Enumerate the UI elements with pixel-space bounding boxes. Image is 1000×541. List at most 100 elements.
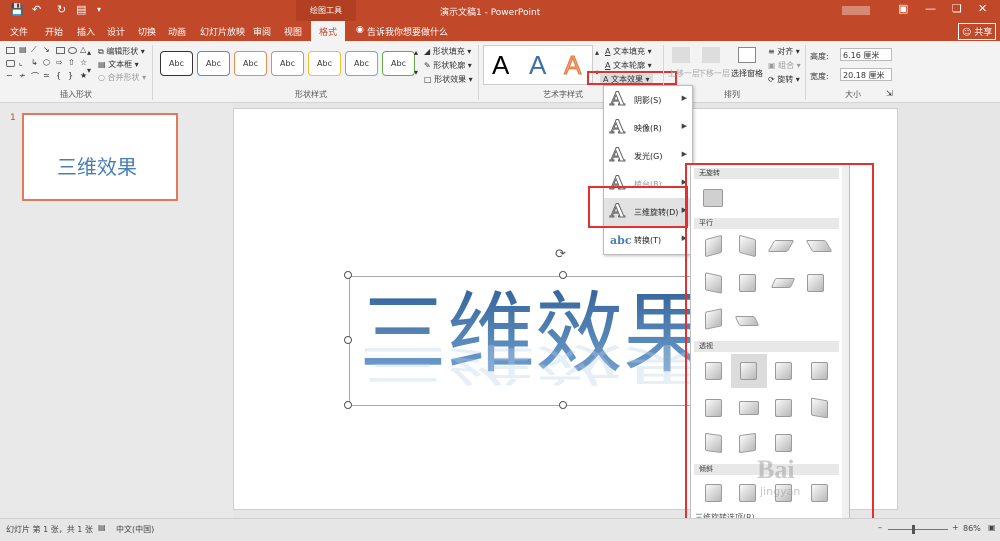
- rectangle-shape-icon[interactable]: [6, 47, 15, 54]
- square-shape-icon[interactable]: [56, 47, 65, 54]
- wave-shape-icon[interactable]: ≃: [43, 71, 50, 80]
- edit-shape-button[interactable]: ⧉ 编辑形状 ▾: [98, 46, 145, 57]
- selection-pane-icon[interactable]: [738, 47, 756, 63]
- zoom-slider[interactable]: [888, 529, 948, 530]
- spellcheck-icon[interactable]: ▤: [98, 523, 106, 532]
- brace-right-shape-icon[interactable]: }: [68, 71, 73, 80]
- undo-icon[interactable]: ↶: [32, 3, 41, 16]
- tab-format[interactable]: 格式: [311, 21, 346, 41]
- group-button[interactable]: ▣ 组合 ▾: [768, 60, 801, 71]
- tab-animations[interactable]: 动画: [168, 25, 186, 38]
- 3d-rotation-highlight: [588, 186, 688, 228]
- language-status[interactable]: 中文(中国): [116, 524, 154, 535]
- merge-shapes-button[interactable]: ○ 合并形状 ▾: [98, 72, 146, 83]
- arc-shape-icon[interactable]: ⌒: [31, 71, 39, 82]
- hexagon-shape-icon[interactable]: ⬡: [43, 58, 50, 67]
- wordart-up-icon[interactable]: ▴: [595, 48, 599, 57]
- brace-left-shape-icon[interactable]: {: [56, 71, 61, 80]
- selection-pane-button[interactable]: 选择窗格: [731, 68, 763, 79]
- menu-item-reflection[interactable]: A 映像(R) ▶: [604, 114, 692, 142]
- minimize-icon[interactable]: —: [925, 2, 936, 15]
- shape-fill-button[interactable]: ◢ 形状填充 ▾: [424, 46, 471, 57]
- close-icon[interactable]: ✕: [978, 2, 987, 15]
- shape-style-2[interactable]: Abc: [197, 51, 230, 76]
- rotate-handle-icon[interactable]: ⟳: [555, 247, 566, 262]
- freeform-shape-icon[interactable]: ≁: [19, 71, 26, 80]
- wordart-style-orange[interactable]: A: [563, 50, 581, 81]
- connector-shape-icon[interactable]: ⌞: [19, 58, 23, 67]
- wordart-style-black[interactable]: A: [492, 50, 509, 81]
- shape-effects-button[interactable]: □ 形状效果 ▾: [424, 74, 473, 85]
- shape-style-7[interactable]: Abc: [382, 51, 415, 76]
- slideshow-start-icon[interactable]: ▤: [76, 3, 86, 16]
- shapes-scroll-icon[interactable]: ▴: [87, 48, 91, 57]
- shapes-gallery[interactable]: ▤ ⟋ ↘ △ ⌞ ↳ ⬡ ⇨ ⇧ ☆ ∽ ≁ ⌒ ≃ { } ★: [6, 45, 92, 85]
- shape-styles-more-icon[interactable]: ▾: [414, 68, 418, 77]
- tab-design[interactable]: 设计: [107, 25, 125, 38]
- save-icon[interactable]: 💾: [10, 3, 24, 16]
- resize-handle-tc[interactable]: [559, 271, 567, 279]
- size-dialog-launcher-icon[interactable]: ⇲: [886, 89, 893, 98]
- menu-item-glow[interactable]: A 发光(G) ▶: [604, 142, 692, 170]
- up-arrow-shape-icon[interactable]: ⇧: [68, 58, 75, 67]
- width-input[interactable]: 20.18 厘米: [840, 68, 892, 81]
- elbow-shape-icon[interactable]: ↳: [31, 58, 38, 67]
- text-outline-button[interactable]: A 文本轮廓 ▾: [605, 60, 652, 71]
- customize-quick-access-icon[interactable]: ▾: [97, 5, 101, 14]
- zoom-level[interactable]: 86%: [963, 524, 981, 533]
- oval-shape-icon[interactable]: [68, 47, 77, 54]
- slide-thumbnail[interactable]: 三维效果: [22, 113, 178, 201]
- send-backward-icon[interactable]: [702, 47, 720, 63]
- menu-item-transform[interactable]: abc 转换(T) ▶: [604, 226, 692, 254]
- shape-style-5[interactable]: Abc: [308, 51, 341, 76]
- height-input[interactable]: 6.16 厘米: [840, 48, 892, 61]
- text-fill-label: 文本填充: [613, 47, 646, 56]
- redo-icon[interactable]: ↻: [57, 3, 66, 16]
- resize-handle-tl[interactable]: [344, 271, 352, 279]
- shape-style-3[interactable]: Abc: [234, 51, 267, 76]
- tab-slideshow[interactable]: 幻灯片放映: [200, 25, 245, 38]
- shape-style-6[interactable]: Abc: [345, 51, 378, 76]
- text-fill-button[interactable]: A 文本填充 ▾: [605, 46, 652, 57]
- wordart-gallery[interactable]: A A A: [483, 45, 593, 85]
- text-box-button[interactable]: ▤ 文本框 ▾: [98, 59, 139, 70]
- send-backward-button[interactable]: 下移一层: [698, 68, 730, 79]
- tab-view[interactable]: 视图: [284, 25, 302, 38]
- tab-transitions[interactable]: 切换: [138, 25, 156, 38]
- tab-file[interactable]: 文件: [10, 25, 28, 38]
- wordart-style-blue[interactable]: A: [529, 50, 546, 81]
- resize-handle-bc[interactable]: [559, 401, 567, 409]
- shape-style-4[interactable]: Abc: [271, 51, 304, 76]
- shape-styles-up-icon[interactable]: ▴: [414, 48, 418, 57]
- shape-style-1[interactable]: Abc: [160, 51, 193, 76]
- line-shape-icon[interactable]: ⟋: [31, 45, 37, 55]
- resize-handle-ml[interactable]: [344, 336, 352, 344]
- curve-shape-icon[interactable]: ∽: [6, 71, 13, 80]
- zoom-out-icon[interactable]: –: [878, 523, 882, 532]
- align-button[interactable]: ≡ 对齐 ▾: [768, 46, 800, 57]
- tab-insert[interactable]: 插入: [77, 25, 95, 38]
- ribbon-display-options-icon[interactable]: ▣: [898, 2, 908, 15]
- shape-outline-button[interactable]: ✎ 形状轮廓 ▾: [424, 60, 472, 71]
- fit-slide-icon[interactable]: ▣: [988, 523, 996, 532]
- maximize-icon[interactable]: ❏: [952, 2, 962, 15]
- menu-item-shadow[interactable]: A 阴影(S) ▶: [604, 86, 692, 114]
- arrange-group-label: 排列: [724, 90, 740, 99]
- arrow-shape-icon[interactable]: ↘: [43, 45, 50, 54]
- shapes-more-icon[interactable]: ▾: [87, 66, 91, 75]
- tell-me-search[interactable]: 告诉我你想要做什么: [367, 25, 448, 38]
- right-arrow-shape-icon[interactable]: ⇨: [56, 58, 63, 67]
- bring-forward-icon[interactable]: [672, 47, 690, 63]
- account-avatar[interactable]: [842, 6, 870, 15]
- resize-handle-bl[interactable]: [344, 401, 352, 409]
- zoom-slider-thumb[interactable]: [912, 525, 915, 534]
- share-button[interactable]: ☺ 共享: [958, 23, 997, 40]
- bring-forward-button[interactable]: 上移一层: [668, 68, 700, 79]
- tab-review[interactable]: 审阅: [253, 25, 271, 38]
- rotate-button[interactable]: ⟳ 旋转 ▾: [768, 74, 800, 85]
- textbox-shape-icon[interactable]: ▤: [19, 45, 27, 54]
- tab-home[interactable]: 开始: [45, 25, 63, 38]
- zoom-in-icon[interactable]: +: [952, 523, 959, 532]
- rounded-rect-shape-icon[interactable]: [6, 60, 15, 67]
- triangle-shape-icon[interactable]: △: [80, 45, 86, 54]
